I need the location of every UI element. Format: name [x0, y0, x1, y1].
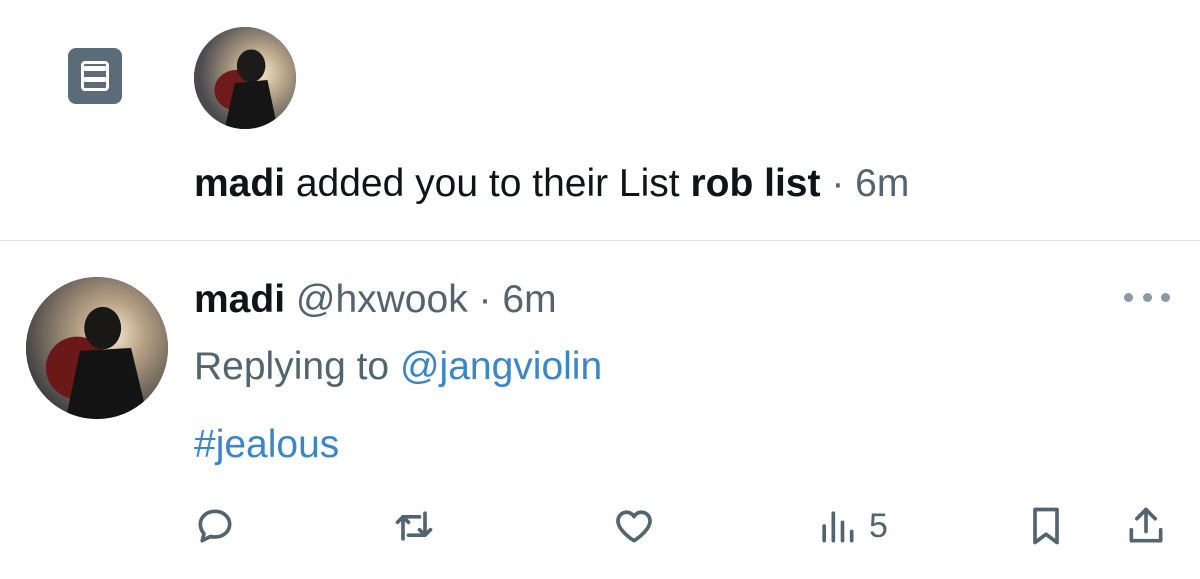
notification-message: added you to their List	[285, 162, 691, 205]
tweet-avatar[interactable]	[26, 277, 168, 419]
heart-icon	[616, 510, 652, 543]
reply-icon	[198, 509, 232, 543]
avatar[interactable]	[194, 27, 296, 129]
separator: ·	[467, 278, 503, 321]
display-name[interactable]: madi	[194, 278, 285, 321]
actor-name[interactable]: madi	[194, 162, 285, 205]
handle[interactable]: @hxwook	[285, 278, 468, 321]
list-name[interactable]: rob list	[690, 162, 820, 205]
retweet-icon	[395, 511, 433, 541]
hashtag-link[interactable]: #jealous	[194, 421, 339, 469]
timestamp[interactable]: 6m	[502, 278, 556, 321]
views-count: 5	[869, 506, 888, 545]
bookmark-button[interactable]	[1024, 502, 1068, 550]
replying-to: Replying to @jangviolin	[194, 343, 602, 391]
list-notification[interactable]: madi added you to their List rob list · …	[0, 0, 1200, 241]
views-icon	[822, 511, 854, 543]
retweet-button[interactable]	[392, 502, 436, 550]
timestamp: 6m	[855, 162, 910, 205]
share-icon	[1129, 507, 1163, 543]
tweet-header: madi @hxwook · 6m	[194, 276, 557, 324]
separator: ·	[820, 162, 856, 205]
like-button[interactable]	[612, 502, 656, 550]
list-icon	[68, 48, 122, 104]
bookmark-icon	[1033, 507, 1059, 545]
reply-button[interactable]	[193, 502, 237, 550]
divider	[0, 240, 1200, 241]
share-button[interactable]	[1124, 502, 1168, 550]
notification-text: madi added you to their List rob list · …	[194, 160, 909, 208]
views-button[interactable]: 5	[815, 502, 888, 550]
more-options-icon[interactable]	[1124, 287, 1170, 307]
replying-prefix: Replying to	[194, 345, 400, 388]
mention-link[interactable]: @jangviolin	[400, 345, 602, 388]
